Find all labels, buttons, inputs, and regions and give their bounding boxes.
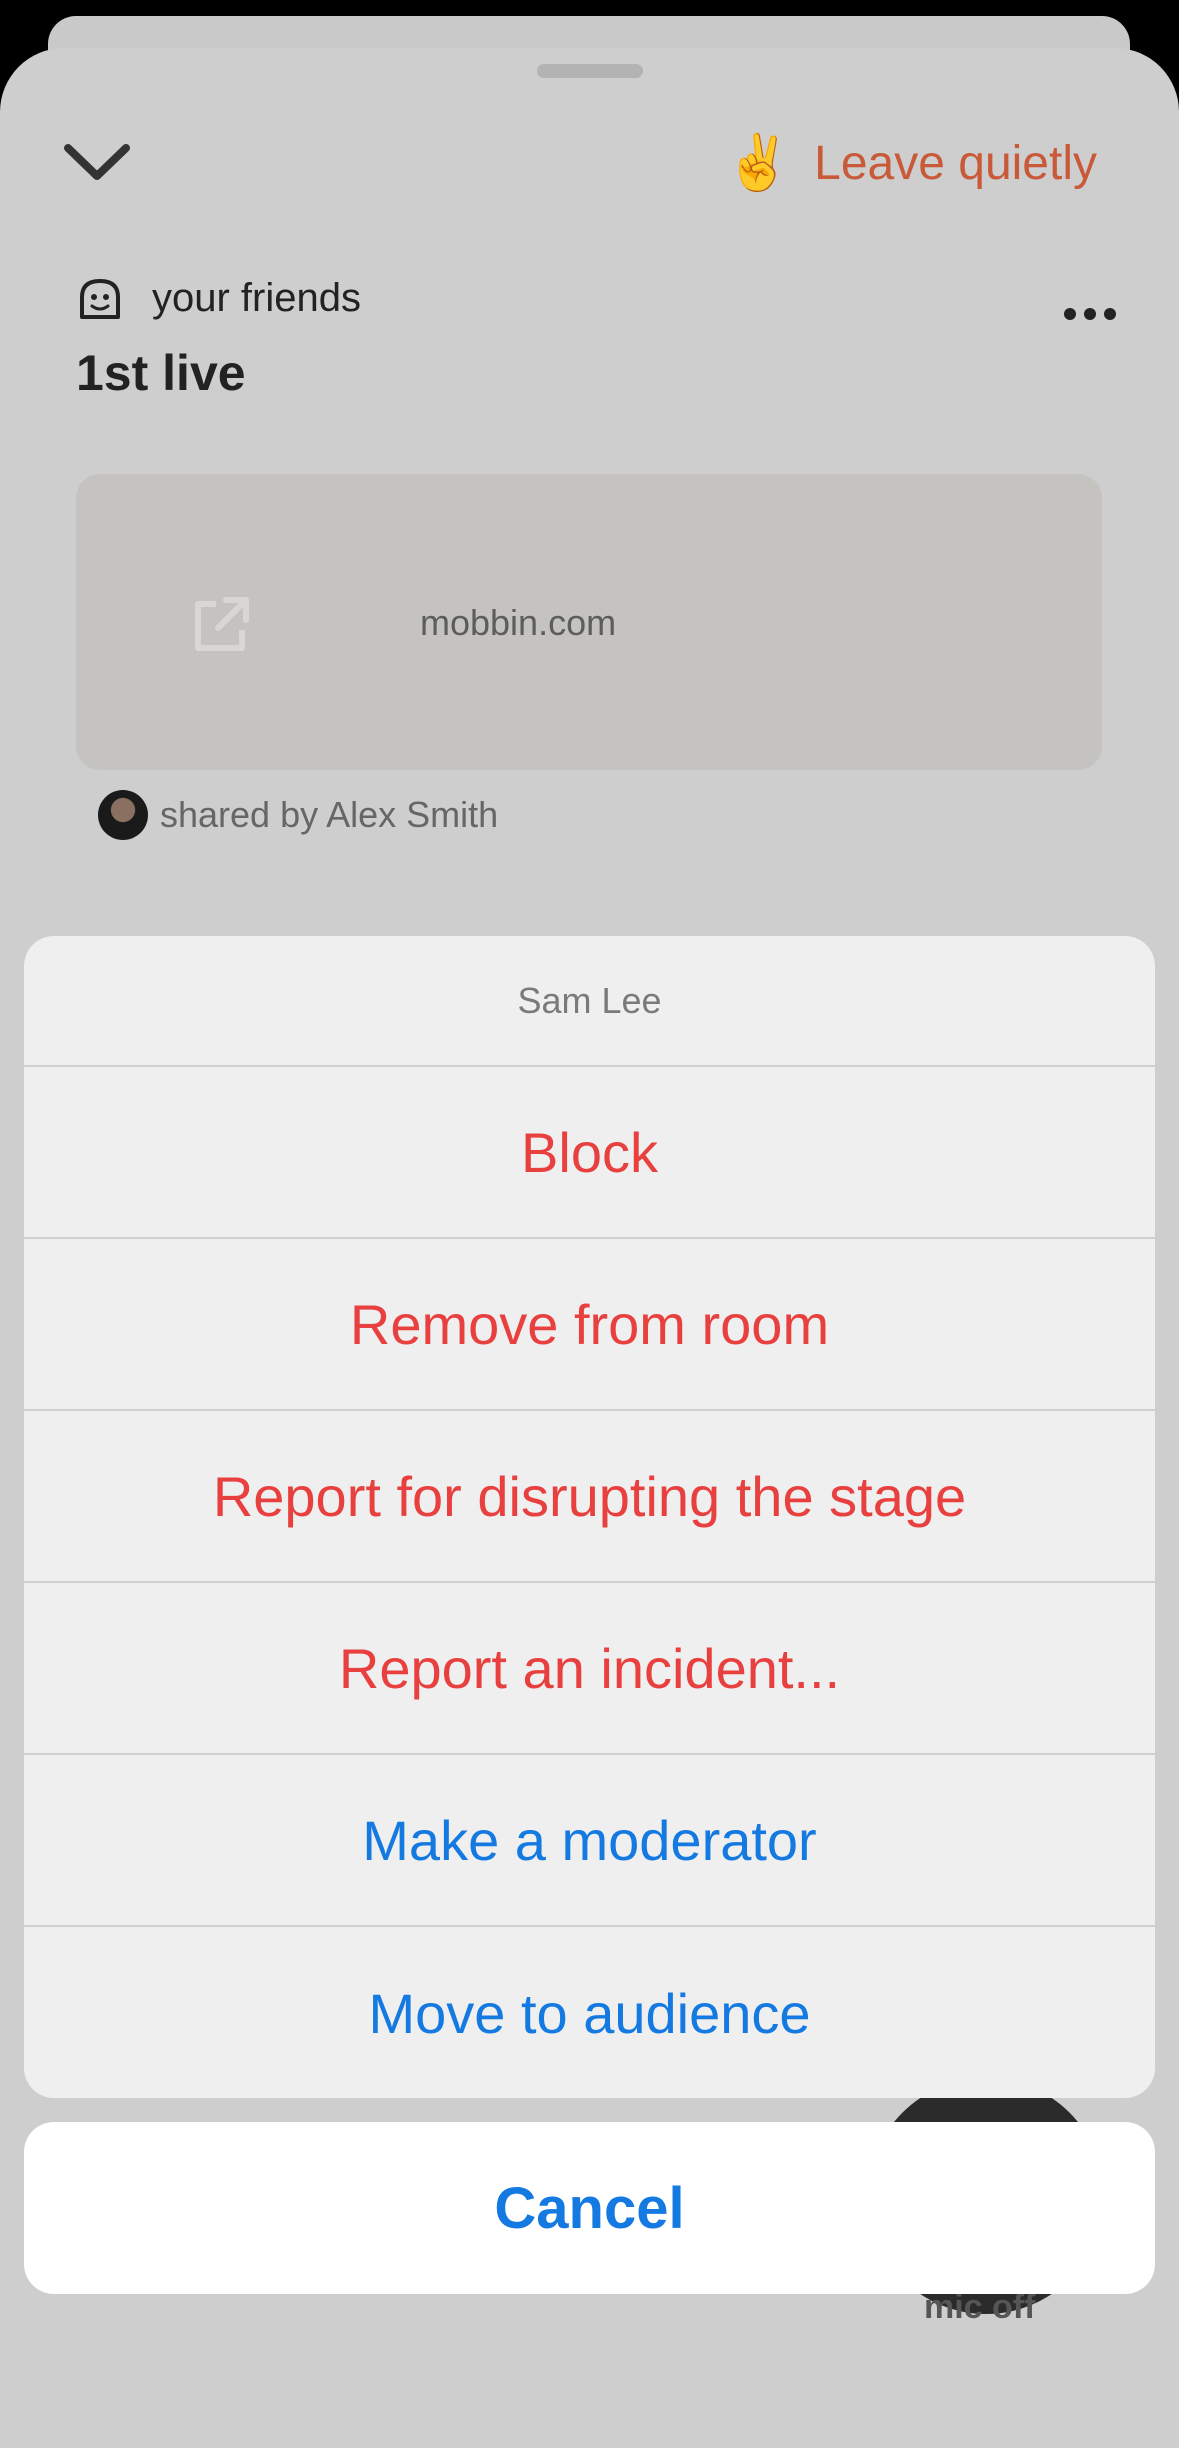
shared-link-url: mobbin.com xyxy=(420,602,617,643)
move-to-audience-button[interactable]: Move to audience xyxy=(24,1927,1155,2098)
friends-icon xyxy=(80,278,120,319)
action-sheet: Sam Lee Block Remove from room Report fo… xyxy=(24,936,1155,2098)
more-options-icon[interactable] xyxy=(1060,304,1120,324)
leave-quietly-button[interactable]: ✌️ Leave quietly xyxy=(725,128,1097,198)
chevron-down-icon[interactable] xyxy=(62,138,132,188)
block-button[interactable]: Block xyxy=(24,1067,1155,1239)
make-moderator-button[interactable]: Make a moderator xyxy=(24,1755,1155,1927)
sharer-avatar[interactable] xyxy=(98,790,148,840)
report-incident-button[interactable]: Report an incident... xyxy=(24,1583,1155,1755)
action-sheet-title: Sam Lee xyxy=(24,936,1155,1067)
club-link[interactable]: your friends xyxy=(76,276,361,321)
remove-from-room-button[interactable]: Remove from room xyxy=(24,1239,1155,1411)
external-link-icon xyxy=(195,597,249,651)
sheet-grabber[interactable] xyxy=(537,64,643,78)
report-disrupting-stage-button[interactable]: Report for disrupting the stage xyxy=(24,1411,1155,1583)
cancel-button[interactable]: Cancel xyxy=(24,2122,1155,2294)
room-title: 1st live xyxy=(76,345,246,401)
peace-hand-icon: ✌️ xyxy=(724,133,793,193)
leave-quietly-label: Leave quietly xyxy=(814,136,1097,190)
shared-link-card[interactable]: mobbin.com xyxy=(76,474,1102,770)
shared-by-label: shared by Alex Smith xyxy=(160,794,499,835)
shared-by-row: shared by Alex Smith xyxy=(98,790,498,840)
club-name: your friends xyxy=(152,276,361,320)
